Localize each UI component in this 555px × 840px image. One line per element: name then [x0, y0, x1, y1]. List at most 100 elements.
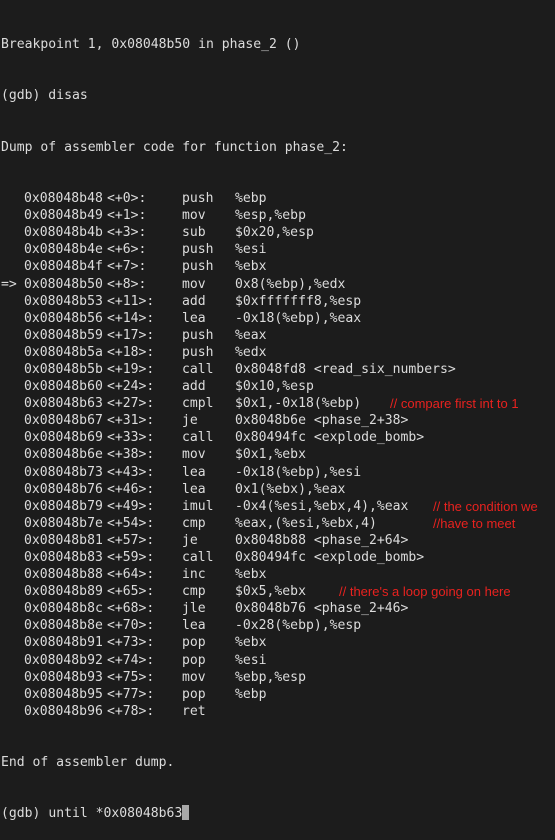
instruction-offset: <+59>: [107, 550, 155, 565]
instruction-mnemonic: mov [182, 669, 206, 685]
instruction-row: => 0x08048b50 <+8>: mov 0x8(%ebp),%edx [1, 276, 348, 293]
instruction-row: 0x08048b6e <+38>: mov $0x1,%ebx [1, 446, 348, 463]
instruction-address: 0x08048b92 [24, 652, 103, 668]
instruction-offset: <+75>: [107, 669, 155, 685]
instruction-operands: %ebx [235, 567, 267, 583]
text-cursor [182, 805, 190, 821]
instruction-offset: <+73>: [107, 635, 155, 651]
annotation-comment: // there's a loop going on here [339, 584, 511, 600]
instruction-address: 0x08048b7e [24, 515, 103, 531]
instruction-offset: <+1>: [107, 208, 147, 224]
instruction-offset: <+19>: [107, 361, 155, 377]
instruction-operands: %ebx [235, 259, 267, 275]
instruction-row: 0x08048b59 <+17>: push %eax [1, 327, 348, 344]
instruction-operands: 0x8(%ebp),%edx [235, 276, 346, 292]
instruction-offset: <+57>: [107, 532, 155, 548]
instruction-address: 0x08048b48 [24, 191, 103, 207]
instruction-row: 0x08048b49 <+1>: mov %esp,%ebp [1, 207, 348, 224]
current-instruction-arrow: => [1, 276, 17, 292]
annotation-comment: //have to meet [433, 515, 516, 531]
instruction-operands: -0x18(%ebp),%esi [235, 464, 362, 480]
instruction-row: 0x08048b69 <+33>: call 0x80494fc <explode_b… [1, 429, 424, 446]
instruction-address: 0x08048b4f [24, 259, 103, 275]
instruction-mnemonic: je [182, 532, 198, 548]
instruction-operands: 0x80494fc <explode_bomb> [235, 430, 425, 446]
instruction-row: 0x08048b91 <+73>: pop %ebx [1, 634, 348, 651]
dump-header: Dump of assembler code for function phas… [1, 139, 348, 155]
instruction-mnemonic: jle [182, 601, 206, 617]
instruction-operands: -0x28(%ebp),%esp [235, 618, 362, 634]
instruction-offset: <+11>: [107, 293, 155, 309]
instruction-operands: $0xfffffff8,%esp [235, 293, 362, 309]
annotation-comment: // the condition we [433, 498, 538, 514]
instruction-row: 0x08048b4b <+3>: sub $0x20,%esp [1, 224, 348, 241]
instruction-operands: 0x8048b76 <phase_2+46> [235, 601, 409, 617]
instruction-offset: <+43>: [107, 464, 155, 480]
instruction-row: 0x08048b63 <+27>: cmpl $0x1,-0x18(%ebp) // c… [1, 395, 519, 412]
instruction-operands: %ebp [235, 191, 267, 207]
instruction-offset: <+70>: [107, 618, 155, 634]
instruction-row: 0x08048b96 <+78>: ret [1, 703, 348, 720]
instruction-address: 0x08048b81 [24, 532, 103, 548]
instruction-row: 0x08048b56 <+14>: lea -0x18(%ebp),%eax [1, 310, 361, 327]
instruction-row: 0x08048b73 <+43>: lea -0x18(%ebp),%esi [1, 464, 361, 481]
instruction-operands: $0x1,-0x18(%ebp) [235, 396, 362, 412]
instruction-operands: -0x4(%esi,%ebx,4),%eax [235, 498, 409, 514]
instruction-operands: $0x20,%esp [235, 225, 314, 241]
command-line[interactable]: (gdb) until *0x08048b63 [1, 805, 348, 822]
instruction-row: 0x08048b83 <+59>: call 0x80494fc <explode_b… [1, 549, 424, 566]
instruction-mnemonic: pop [182, 652, 206, 668]
instruction-operands: 0x8048b6e <phase_2+38> [235, 413, 409, 429]
instruction-row: 0x08048b48 <+0>: push %ebp [1, 190, 348, 207]
instruction-address: 0x08048b50 [24, 276, 103, 292]
command-input[interactable]: until *0x08048b63 [48, 806, 182, 821]
instruction-row: 0x08048b5b <+19>: call 0x8048fd8 <read_six_… [1, 361, 456, 378]
terminal-output: Breakpoint 1, 0x08048b50 in phase_2 () (… [1, 2, 538, 840]
instruction-mnemonic: mov [182, 276, 206, 292]
instruction-offset: <+38>: [107, 447, 155, 463]
instruction-mnemonic: imul [182, 498, 214, 514]
instruction-address: 0x08048b56 [24, 310, 103, 326]
instruction-mnemonic: lea [182, 464, 206, 480]
instruction-address: 0x08048b53 [24, 293, 103, 309]
instruction-row: 0x08048b89 <+65>: cmp $0x5,%ebx // there's a… [1, 583, 511, 600]
instruction-address: 0x08048b63 [24, 396, 103, 412]
instruction-offset: <+0>: [107, 191, 147, 207]
instruction-mnemonic: mov [182, 208, 206, 224]
instruction-address: 0x08048b60 [24, 379, 103, 395]
instruction-offset: <+6>: [107, 242, 147, 258]
instruction-offset: <+17>: [107, 327, 155, 343]
instruction-offset: <+49>: [107, 498, 155, 514]
instruction-row: 0x08048b7e <+54>: cmp %eax,(%esi,%ebx,4) //h… [1, 515, 515, 532]
instruction-address: 0x08048b6e [24, 447, 103, 463]
instruction-row: 0x08048b88 <+64>: inc %ebx [1, 566, 348, 583]
instruction-address: 0x08048b5b [24, 361, 103, 377]
instruction-mnemonic: sub [182, 225, 206, 241]
gdb-command-disas: (gdb) disas [1, 88, 88, 104]
instruction-row: 0x08048b60 <+24>: add $0x10,%esp [1, 378, 348, 395]
instruction-address: 0x08048b4b [24, 225, 103, 241]
instruction-mnemonic: add [182, 293, 206, 309]
instruction-address: 0x08048b89 [24, 584, 103, 600]
instruction-offset: <+33>: [107, 430, 155, 446]
instruction-row: 0x08048b5a <+18>: push %edx [1, 344, 348, 361]
instruction-row: 0x08048b4f <+7>: push %ebx [1, 258, 348, 275]
instruction-mnemonic: inc [182, 567, 206, 583]
instruction-row: 0x08048b92 <+74>: pop %esi [1, 652, 348, 669]
instruction-offset: <+54>: [107, 515, 155, 531]
instruction-operands: 0x8048fd8 <read_six_numbers> [235, 361, 456, 377]
instruction-mnemonic: cmp [182, 515, 206, 531]
instruction-operands: -0x18(%ebp),%eax [235, 310, 362, 326]
instruction-address: 0x08048b8c [24, 601, 103, 617]
instruction-address: 0x08048b83 [24, 550, 103, 565]
instruction-offset: <+31>: [107, 413, 155, 429]
instruction-row: 0x08048b8c <+68>: jle 0x8048b76 <phase_2+46… [1, 600, 408, 617]
instruction-address: 0x08048b59 [24, 327, 103, 343]
instruction-mnemonic: call [182, 361, 214, 377]
instruction-mnemonic: lea [182, 481, 206, 497]
instruction-operands: %esi [235, 242, 267, 258]
instruction-row: 0x08048b76 <+46>: lea 0x1(%ebx),%eax [1, 481, 348, 498]
instruction-row: 0x08048b95 <+77>: pop %ebp [1, 686, 348, 703]
instruction-mnemonic: lea [182, 618, 206, 634]
instruction-row: 0x08048b67 <+31>: je 0x8048b6e <phase_2+38> [1, 412, 408, 429]
